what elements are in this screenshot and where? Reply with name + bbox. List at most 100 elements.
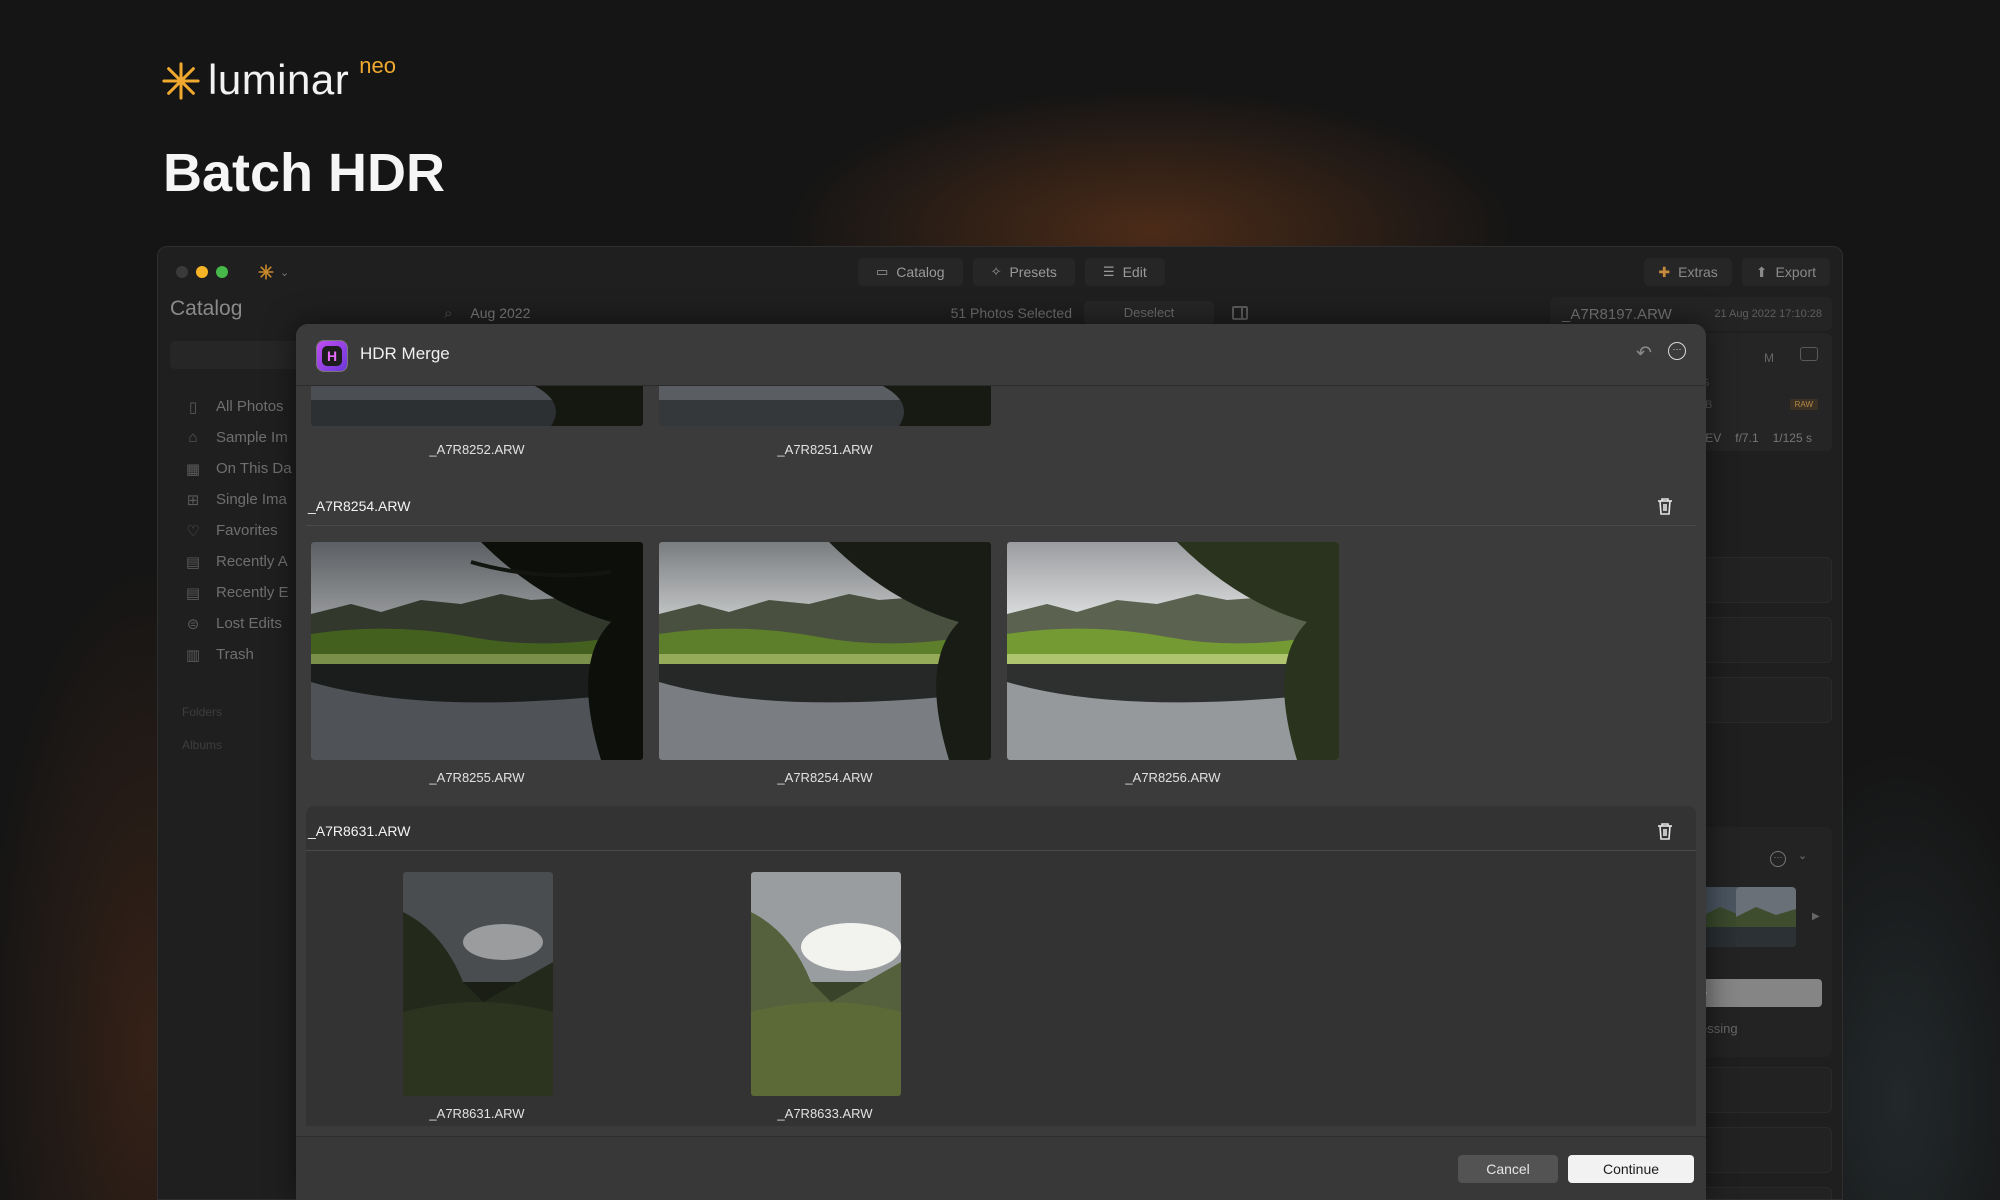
upload-icon: ⬆ — [1755, 263, 1768, 280]
exif-row: EV f/7.1 1/125 s — [1691, 431, 1812, 445]
sidebar-item-label: Sample Im — [216, 429, 288, 446]
tab-catalog[interactable]: ▭ Catalog — [858, 258, 963, 286]
brand-logo: luminar neo — [162, 52, 396, 108]
exif-ev: EV — [1705, 431, 1722, 445]
photo-filename: _A7R8254.ARW — [777, 770, 873, 785]
photo-thumbnail[interactable] — [311, 386, 643, 426]
brand-name: luminar — [208, 56, 350, 103]
puzzle-icon: ✚ — [1658, 263, 1671, 280]
dialog-footer: Cancel Continue — [296, 1136, 1706, 1200]
more-options-icon[interactable]: ··· — [1668, 342, 1686, 360]
grid-icon: ⊞ — [186, 491, 200, 509]
hdr-merge-dialog: H HDR Merge ↶ ··· _A7R8252.ARW _A7R8251.… — [296, 324, 1706, 1200]
panel-thumbnail[interactable] — [1736, 887, 1796, 947]
folder-icon: ▭ — [876, 264, 889, 279]
play-arrow-icon[interactable]: ▶ — [1812, 911, 1820, 922]
group-header: _A7R8254.ARW — [306, 486, 1696, 526]
catalog-title: Catalog — [170, 297, 243, 320]
photo-thumbnail[interactable] — [659, 386, 991, 426]
sidebar-item-label: Single Ima — [216, 491, 287, 508]
lost-edits-icon: ⊜ — [186, 615, 200, 633]
trash-icon[interactable] — [1656, 496, 1674, 516]
info-date: 21 Aug 2022 17:10:28 — [1714, 308, 1822, 320]
extras-label: Extras — [1678, 264, 1718, 280]
sidebar-item-label: Recently E — [216, 584, 289, 601]
sidebar-item-label: All Photos — [216, 398, 284, 415]
hdr-merge-logo-icon: H — [316, 340, 348, 372]
trash-icon: ▥ — [185, 646, 201, 664]
photo-thumbnail[interactable] — [403, 872, 553, 1096]
tab-label: Presets — [1009, 264, 1057, 280]
zoom-window-button[interactable] — [216, 266, 228, 278]
photo-filename: _A7R8631.ARW — [429, 1106, 525, 1121]
calendar-icon: ▦ — [185, 460, 201, 478]
sidebar-section-albums[interactable]: Albums — [182, 738, 222, 752]
undo-icon[interactable]: ↶ — [1636, 342, 1652, 365]
sparkle-icon: ✧ — [990, 264, 1002, 279]
sliders-icon: ☰ — [1102, 264, 1115, 279]
heart-icon: ♡ — [186, 522, 200, 540]
raw-badge: RAW — [1789, 399, 1818, 410]
sidebar-item-label: On This Da — [216, 460, 292, 477]
tab-edit[interactable]: ☰ Edit — [1084, 258, 1165, 286]
cancel-button[interactable]: Cancel — [1458, 1155, 1558, 1183]
date-filter[interactable]: Aug 2022 — [470, 305, 530, 321]
hero-title: Batch HDR — [163, 143, 446, 203]
chevron-down-icon[interactable]: ⌄ — [1798, 849, 1807, 862]
dialog-title: HDR Merge — [360, 344, 450, 363]
photo-filename: _A7R8633.ARW — [777, 1106, 873, 1121]
app-star-icon — [258, 264, 274, 280]
tab-label: Edit — [1122, 264, 1147, 280]
camera-icon — [1800, 347, 1818, 361]
export-label: Export — [1775, 264, 1816, 280]
sidebar-item-label: Favorites — [216, 522, 278, 539]
extras-button[interactable]: ✚ Extras — [1644, 258, 1732, 286]
close-window-button[interactable] — [176, 266, 188, 278]
trash-icon[interactable] — [1656, 821, 1674, 841]
exif-shutter: 1/125 s — [1772, 431, 1812, 445]
tab-presets[interactable]: ✧ Presets — [972, 258, 1075, 286]
deselect-button[interactable]: Deselect — [1084, 301, 1214, 325]
photo-thumbnail[interactable] — [1007, 542, 1339, 760]
groups-scroll-area[interactable]: _A7R8252.ARW _A7R8251.ARW _A7R8254.ARW _… — [306, 386, 1696, 1126]
title-bar: ⌄ ▭ Catalog ✧ Presets ☰ Edit ✚ Extras ⬆ — [158, 247, 1842, 295]
dialog-header: H HDR Merge ↶ ··· — [296, 324, 1706, 386]
calendar-edit-icon: ▤ — [185, 584, 201, 602]
selection-count: 51 Photos Selected — [950, 305, 1072, 321]
search-icon[interactable]: ⌕ — [444, 305, 452, 322]
chevron-down-icon: ⌄ — [280, 266, 290, 279]
photo-thumbnail[interactable] — [311, 542, 643, 760]
sidebar-section-folders[interactable]: Folders — [182, 705, 222, 719]
sidebar-item-label: Lost Edits — [216, 615, 282, 632]
photo-filename: _A7R8252.ARW — [429, 442, 525, 457]
photo-group: _A7R8254.ARW _A7R8255.ARW _A7R8254.ARW _… — [306, 486, 1696, 806]
info-mode: M — [1764, 351, 1774, 365]
photo-group: _A7R8631.ARW _A7R8631.ARW _A7R8633.ARW — [306, 806, 1696, 1126]
more-options-icon[interactable]: ··· — [1770, 851, 1786, 867]
minimize-window-button[interactable] — [196, 266, 208, 278]
exif-aperture: f/7.1 — [1735, 431, 1759, 445]
photo-thumbnail[interactable] — [659, 542, 991, 760]
group-name: _A7R8631.ARW — [308, 823, 411, 839]
luminar-star-icon — [162, 62, 200, 100]
sidebar-item-label: Recently A — [216, 553, 288, 570]
catalog-toolbar: ⌕ Aug 2022 51 Photos Selected Deselect — [428, 299, 1248, 327]
continue-button[interactable]: Continue — [1568, 1155, 1694, 1183]
side-panel-toggle-icon[interactable] — [1232, 306, 1248, 320]
export-button[interactable]: ⬆ Export — [1741, 258, 1830, 286]
photo-group-partial: _A7R8252.ARW _A7R8251.ARW — [306, 386, 1696, 486]
photo-filename: _A7R8255.ARW — [429, 770, 525, 785]
info-filename: _A7R8197.ARW — [1562, 306, 1672, 323]
photo-thumbnail[interactable] — [751, 872, 901, 1096]
tab-label: Catalog — [896, 264, 945, 280]
graduation-cap-icon: ⌂ — [188, 429, 198, 446]
sidebar-item-label: Trash — [216, 646, 254, 663]
group-name: _A7R8254.ARW — [308, 498, 411, 514]
calendar-add-icon: ▤ — [185, 553, 201, 571]
photos-icon: ▯ — [188, 398, 198, 416]
group-header: _A7R8631.ARW — [306, 811, 1696, 851]
photo-filename: _A7R8251.ARW — [777, 442, 873, 457]
app-menu-button[interactable]: ⌄ — [252, 259, 302, 285]
photo-filename: _A7R8256.ARW — [1125, 770, 1221, 785]
brand-suffix: neo — [359, 53, 396, 78]
